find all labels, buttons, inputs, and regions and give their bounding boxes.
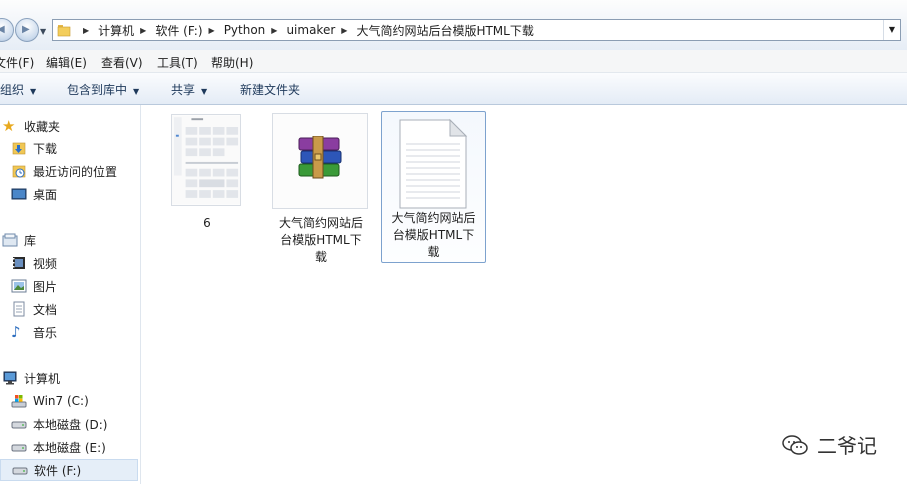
file-name-line: 载 — [314, 250, 327, 264]
forward-button[interactable]: ▶ — [15, 18, 39, 42]
image-thumbnail — [171, 114, 241, 206]
video-icon — [13, 257, 25, 269]
music-note-icon: ♪ — [11, 323, 21, 341]
folder-icon — [57, 25, 71, 37]
wechat-logo-icon — [782, 434, 808, 455]
library-icon — [2, 233, 18, 247]
file-name-line: 台模版HTML下 — [392, 228, 475, 242]
nav-desktop[interactable]: 桌面 — [11, 183, 149, 205]
chevron-right-icon[interactable]: ▶ — [83, 26, 89, 35]
chevron-right-icon[interactable]: ▶ — [271, 26, 277, 35]
nav-favorites[interactable]: ★ 收藏夹 — [2, 115, 140, 137]
watermark-text: 二爷记 — [817, 434, 877, 458]
text-document-icon — [399, 118, 468, 209]
breadcrumb-item[interactable]: 大气简约网站后台模版HTML下载 — [356, 22, 533, 39]
file-item[interactable]: 6 — [167, 111, 247, 231]
command-bar: 组织 ▼ 包含到库中 ▼ 共享 ▼ 新建文件夹 — [0, 73, 907, 105]
hard-drive-icon — [11, 444, 27, 452]
nav-drive-d[interactable]: 本地磁盘 (D:) — [11, 413, 149, 435]
menu-file[interactable]: 文件(F) — [0, 54, 34, 71]
nav-downloads[interactable]: 下载 — [11, 137, 149, 159]
star-icon: ★ — [2, 117, 16, 135]
chevron-down-icon: ▼ — [201, 87, 208, 96]
menu-view[interactable]: 查看(V) — [101, 54, 143, 71]
documents-icon — [13, 301, 25, 317]
address-dropdown-button[interactable]: ▼ — [883, 20, 900, 40]
nav-libraries[interactable]: 库 — [2, 229, 140, 251]
file-name-line: 载 — [427, 245, 440, 259]
nav-label: 计算机 — [24, 371, 61, 386]
nav-drive-f[interactable]: 软件 (F:) — [0, 459, 138, 481]
address-bar-area: ◀ ▶ ▼ ▶ 计算机 ▶ 软件 (F:) ▶ Python ▶ uimaker ▶ 大气… — [0, 0, 907, 51]
desktop-icon — [11, 188, 27, 200]
nav-documents[interactable]: 文档 — [11, 298, 149, 320]
downloads-folder-icon — [12, 142, 26, 155]
nav-label: 图片 — [33, 279, 58, 294]
recent-places-icon — [12, 165, 26, 178]
nav-music[interactable]: ♪ 音乐 — [11, 321, 149, 343]
file-item[interactable]: 大气简约网站后 台模版HTML下 载 — [269, 111, 369, 264]
menu-bar: 文件(F) 编辑(E) 查看(V) 工具(T) 帮助(H) — [0, 50, 907, 73]
breadcrumb-item[interactable]: 软件 (F:) — [155, 22, 202, 39]
menu-help[interactable]: 帮助(H) — [211, 54, 253, 71]
include-label: 包含到库中 — [67, 83, 128, 97]
nav-label: 软件 (F:) — [34, 463, 82, 478]
file-item[interactable]: 大气简约网站后 台模版HTML下 载 — [381, 111, 486, 263]
hard-drive-icon — [12, 467, 28, 475]
nav-recent-places[interactable]: 最近访问的位置 — [11, 160, 149, 182]
system-drive-icon — [11, 395, 27, 408]
watermark: 二爷记 — [781, 430, 877, 459]
share-button[interactable]: 共享 ▼ — [171, 81, 207, 98]
new-folder-button[interactable]: 新建文件夹 — [240, 81, 300, 98]
share-label: 共享 — [171, 83, 196, 97]
nav-label: 最近访问的位置 — [33, 164, 118, 179]
nav-drive-e[interactable]: 本地磁盘 (E:) — [11, 436, 149, 458]
breadcrumb-item[interactable]: uimaker — [286, 23, 335, 37]
nav-label: Win7 (C:) — [33, 394, 89, 408]
file-name-line: 大气简约网站后 — [391, 211, 476, 225]
nav-label: 下载 — [33, 141, 58, 156]
nav-label: 库 — [24, 233, 37, 248]
organize-button[interactable]: 组织 ▼ — [0, 81, 36, 98]
file-name: 6 — [203, 216, 211, 230]
computer-icon — [3, 371, 17, 385]
menu-tools[interactable]: 工具(T) — [157, 54, 198, 71]
file-name: 大气简约网站后 台模版HTML下 载 — [382, 210, 485, 261]
chevron-right-icon[interactable]: ▶ — [140, 26, 146, 35]
file-name: 大气简约网站后 台模版HTML下 载 — [269, 215, 373, 266]
nav-label: 本地磁盘 (E:) — [33, 440, 106, 455]
breadcrumb-item[interactable]: Python — [224, 23, 266, 37]
menu-edit[interactable]: 编辑(E) — [46, 54, 87, 71]
breadcrumb: ▶ 计算机 ▶ 软件 (F:) ▶ Python ▶ uimaker ▶ 大气简约网站后台… — [77, 20, 534, 40]
file-name-line: 台模版HTML下 — [280, 233, 362, 247]
nav-computer[interactable]: 计算机 — [2, 367, 140, 389]
pictures-icon — [11, 279, 27, 293]
file-list-view: 6 大气简约网站后 台模版HTML下 载 大气简约网站后 台模版HTML下 载 — [141, 105, 907, 484]
chevron-right-icon[interactable]: ▶ — [341, 26, 347, 35]
breadcrumb-item[interactable]: 计算机 — [98, 22, 134, 39]
nav-label: 本地磁盘 (D:) — [33, 417, 108, 432]
winrar-archive-icon — [272, 113, 368, 209]
chevron-down-icon: ▼ — [30, 87, 37, 96]
address-field[interactable]: ▶ 计算机 ▶ 软件 (F:) ▶ Python ▶ uimaker ▶ 大气简约网站后台… — [52, 19, 901, 41]
nav-videos[interactable]: 视频 — [11, 252, 149, 274]
organize-label: 组织 — [0, 83, 25, 97]
back-button[interactable]: ◀ — [0, 18, 14, 42]
recent-pages-dropdown[interactable]: ▼ — [40, 27, 46, 36]
hard-drive-icon — [11, 421, 27, 429]
nav-drive-c[interactable]: Win7 (C:) — [11, 390, 149, 412]
nav-label: 音乐 — [33, 325, 58, 340]
nav-label: 视频 — [33, 256, 58, 271]
forward-arrow-icon: ▶ — [22, 24, 30, 35]
nav-label: 桌面 — [33, 187, 58, 202]
nav-pictures[interactable]: 图片 — [11, 275, 149, 297]
navigation-pane: ★ 收藏夹 下载 最近访问的位置 桌面 库 视频 图片 文档 ♪ 音乐 计算机 … — [0, 105, 141, 484]
include-in-library-button[interactable]: 包含到库中 ▼ — [67, 81, 139, 98]
chevron-down-icon: ▼ — [133, 87, 140, 96]
chevron-right-icon[interactable]: ▶ — [209, 26, 215, 35]
nav-label: 文档 — [33, 302, 58, 317]
nav-label: 收藏夹 — [24, 119, 61, 134]
file-name-line: 大气简约网站后 — [278, 216, 363, 230]
back-arrow-icon: ◀ — [0, 24, 5, 35]
